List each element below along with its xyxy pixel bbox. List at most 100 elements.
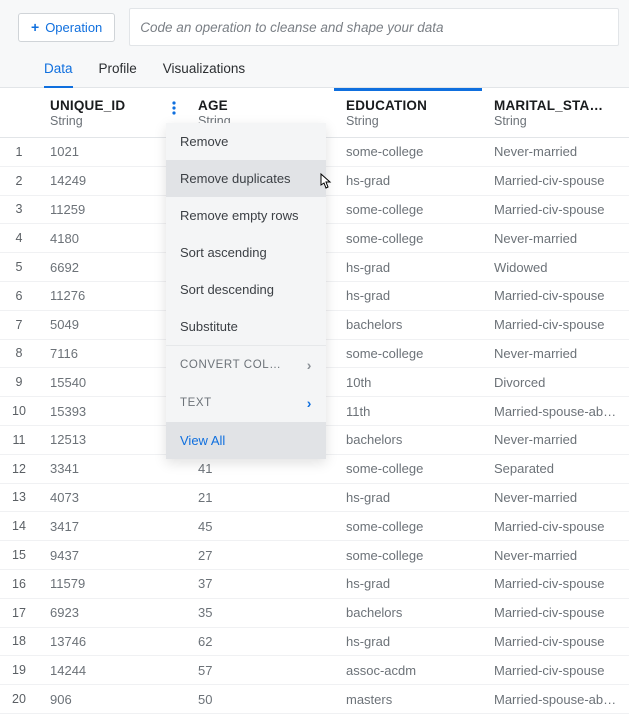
menu-item-label: Sort descending [180, 282, 274, 297]
cell-unique_id[interactable]: 6692 [38, 253, 186, 282]
menu-item-view-all[interactable]: View All [166, 422, 326, 459]
cell-marital[interactable]: Never-married [482, 484, 629, 513]
tab-profile[interactable]: Profile [99, 61, 137, 88]
cell-education[interactable]: hs-grad [334, 484, 482, 513]
cell-education[interactable]: hs-grad [334, 167, 482, 196]
column-name: UNIQUE_ID [50, 98, 178, 113]
cell-unique_id[interactable]: 3417 [38, 512, 186, 541]
cell-education[interactable]: bachelors [334, 311, 482, 340]
cell-marital[interactable]: Married-spouse-ab… [482, 397, 629, 426]
menu-item-text[interactable]: TEXT › [166, 384, 326, 422]
menu-item-convert-col[interactable]: CONVERT COL…› [166, 345, 326, 384]
cell-education[interactable]: assoc-acdm [334, 656, 482, 685]
cell-age[interactable]: 41 [186, 455, 334, 484]
cell-marital[interactable]: Divorced [482, 368, 629, 397]
cell-unique_id[interactable]: 9437 [38, 541, 186, 570]
cell-marital[interactable]: Married-civ-spouse [482, 282, 629, 311]
operation-input[interactable]: Code an operation to cleanse and shape y… [129, 8, 619, 46]
cell-unique_id[interactable]: 11259 [38, 196, 186, 225]
cell-unique_id[interactable]: 15393 [38, 397, 186, 426]
cell-education[interactable]: hs-grad [334, 253, 482, 282]
cell-marital[interactable]: Never-married [482, 224, 629, 253]
menu-item-sort-ascending[interactable]: Sort ascending [166, 234, 326, 271]
cell-education[interactable]: hs-grad [334, 628, 482, 657]
operation-input-placeholder: Code an operation to cleanse and shape y… [140, 20, 443, 35]
cell-education[interactable]: some-college [334, 340, 482, 369]
menu-item-label: Remove empty rows [180, 208, 298, 223]
cell-age[interactable]: 35 [186, 599, 334, 628]
cell-marital[interactable]: Never-married [482, 541, 629, 570]
cell-unique_id[interactable]: 7116 [38, 340, 186, 369]
cell-age[interactable]: 57 [186, 656, 334, 685]
cell-age[interactable]: 37 [186, 570, 334, 599]
cell-marital[interactable]: Married-civ-spouse [482, 599, 629, 628]
cell-education[interactable]: hs-grad [334, 282, 482, 311]
tab-data[interactable]: Data [44, 61, 73, 88]
cell-marital[interactable]: Never-married [482, 340, 629, 369]
cell-unique_id[interactable]: 4180 [38, 224, 186, 253]
cell-marital[interactable]: Married-civ-spouse [482, 628, 629, 657]
cell-unique_id[interactable]: 11276 [38, 282, 186, 311]
chevron-right-icon: › [307, 395, 312, 411]
cell-education[interactable]: 10th [334, 368, 482, 397]
cell-age[interactable]: 50 [186, 685, 334, 714]
cell-education[interactable]: hs-grad [334, 570, 482, 599]
cell-unique_id[interactable]: 14244 [38, 656, 186, 685]
menu-item-sort-descending[interactable]: Sort descending [166, 271, 326, 308]
menu-item-substitute[interactable]: Substitute [166, 308, 326, 345]
menu-item-remove-empty-rows[interactable]: Remove empty rows [166, 197, 326, 234]
cell-education[interactable]: some-college [334, 224, 482, 253]
cell-education[interactable]: bachelors [334, 426, 482, 455]
column-menu-icon[interactable] [166, 100, 182, 116]
cell-age[interactable]: 21 [186, 484, 334, 513]
cell-unique_id[interactable]: 3341 [38, 455, 186, 484]
operation-button[interactable]: + Operation [18, 13, 115, 42]
cell-marital[interactable]: Never-married [482, 138, 629, 167]
cell-unique_id[interactable]: 1021 [38, 138, 186, 167]
row-number: 11 [0, 426, 38, 455]
cell-education[interactable]: some-college [334, 455, 482, 484]
cell-marital[interactable]: Widowed [482, 253, 629, 282]
cell-marital[interactable]: Separated [482, 455, 629, 484]
cell-education[interactable]: some-college [334, 138, 482, 167]
cell-marital[interactable]: Never-married [482, 426, 629, 455]
menu-item-label: TEXT [180, 397, 212, 409]
cell-education[interactable]: some-college [334, 541, 482, 570]
cell-unique_id[interactable]: 906 [38, 685, 186, 714]
column-header-marital-sta-[interactable]: MARITAL_STA…String [482, 88, 629, 138]
cell-education[interactable]: some-college [334, 196, 482, 225]
cell-age[interactable]: 27 [186, 541, 334, 570]
column-type: String [494, 114, 622, 128]
menu-item-remove-duplicates[interactable]: Remove duplicates [166, 160, 326, 197]
cell-unique_id[interactable]: 14249 [38, 167, 186, 196]
cell-age[interactable]: 62 [186, 628, 334, 657]
cell-unique_id[interactable]: 6923 [38, 599, 186, 628]
cell-unique_id[interactable]: 15540 [38, 368, 186, 397]
tabs: Data Profile Visualizations [0, 47, 629, 88]
cell-marital[interactable]: Married-civ-spouse [482, 311, 629, 340]
cell-unique_id[interactable]: 13746 [38, 628, 186, 657]
cell-education[interactable]: bachelors [334, 599, 482, 628]
menu-item-remove[interactable]: Remove [166, 123, 326, 160]
row-number: 4 [0, 224, 38, 253]
cell-education[interactable]: 11th [334, 397, 482, 426]
cell-marital[interactable]: Married-civ-spouse [482, 196, 629, 225]
cell-age[interactable]: 45 [186, 512, 334, 541]
cell-unique_id[interactable]: 5049 [38, 311, 186, 340]
cell-unique_id[interactable]: 12513 [38, 426, 186, 455]
cell-education[interactable]: masters [334, 685, 482, 714]
cell-marital[interactable]: Married-civ-spouse [482, 656, 629, 685]
column-header-education[interactable]: EDUCATIONString [334, 88, 482, 138]
cell-marital[interactable]: Married-civ-spouse [482, 167, 629, 196]
column-header-unique-id[interactable]: UNIQUE_IDString [38, 88, 186, 138]
cell-marital[interactable]: Married-spouse-ab… [482, 685, 629, 714]
cell-marital[interactable]: Married-civ-spouse [482, 512, 629, 541]
row-number: 9 [0, 368, 38, 397]
cell-education[interactable]: some-college [334, 512, 482, 541]
cell-unique_id[interactable]: 11579 [38, 570, 186, 599]
cell-marital[interactable]: Married-civ-spouse [482, 570, 629, 599]
cell-unique_id[interactable]: 4073 [38, 484, 186, 513]
menu-item-label: CONVERT COL… [180, 359, 281, 371]
tab-visualizations[interactable]: Visualizations [163, 61, 245, 88]
column-name: AGE [198, 98, 326, 113]
